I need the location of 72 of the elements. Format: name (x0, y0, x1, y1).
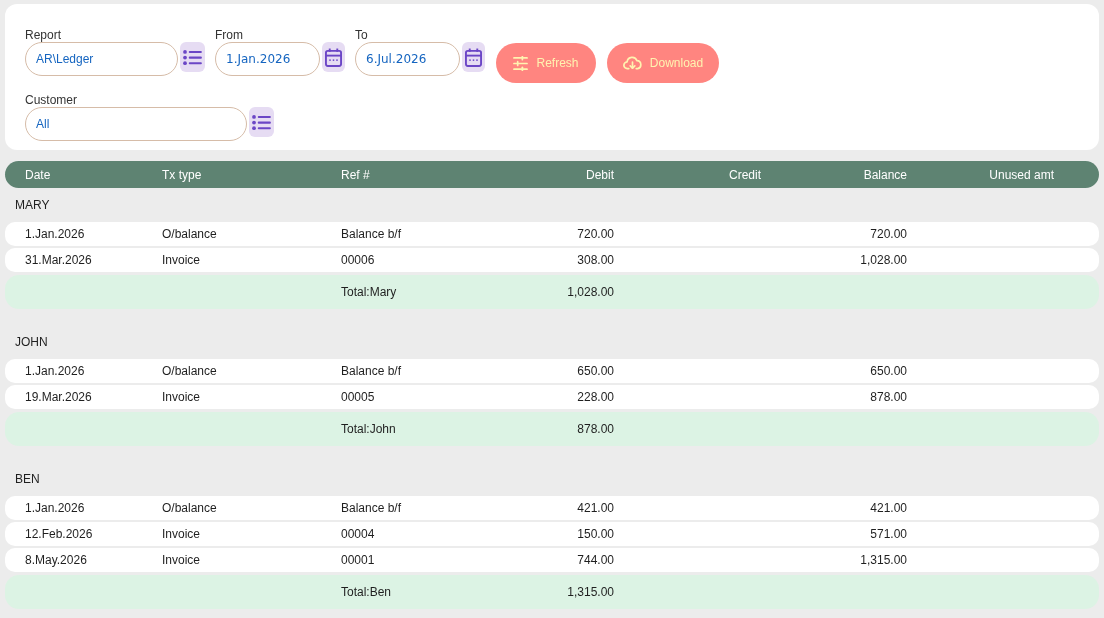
date-cell-text: 1.Jan.2026 (25, 226, 85, 243)
date-cell-text: 1.Jan.2026 (25, 500, 85, 517)
customer-name: BEN (15, 471, 40, 488)
input-field[interactable]: 6.Jul.2026 (355, 42, 460, 76)
column-header[interactable]: Balance (863, 165, 907, 184)
calendar-icon[interactable] (462, 42, 485, 72)
sliders-icon (513, 55, 529, 71)
type-cell-text: O/balance (162, 363, 217, 380)
calendar-icon[interactable] (322, 42, 345, 72)
total-debit: 1,028.00 (567, 284, 614, 301)
customer-name: MARY (15, 197, 50, 214)
total-label: Total:Ben (341, 584, 392, 601)
ref-cell-text: 00001 (341, 552, 375, 569)
balance-cell-text: 421.00 (870, 500, 907, 517)
ref-cell-text: 00006 (341, 252, 375, 269)
balance-cell-text: 878.00 (870, 389, 907, 406)
column-header[interactable]: Date (25, 165, 51, 184)
total-label: Total:Mary (341, 284, 397, 301)
debit-cell-text: 150.00 (577, 526, 614, 543)
column-header[interactable]: Ref # (341, 165, 370, 184)
type-cell-text: O/balance (162, 500, 217, 517)
debit-cell-text: 308.00 (577, 252, 614, 269)
debit-cell-text: 720.00 (577, 226, 614, 243)
field-label: Report (25, 28, 62, 42)
table-row[interactable]: 31.Mar.2026 Invoice 00006 308.00 1,028.00 (5, 248, 1099, 272)
column-header[interactable]: Credit (729, 165, 761, 184)
type-cell-text: Invoice (162, 526, 201, 543)
ref-cell-text: Balance b/f (341, 226, 402, 243)
table-row[interactable]: 8.May.2026 Invoice 00001 744.00 1,315.00 (5, 548, 1099, 572)
column-header[interactable]: Unused amt (989, 165, 1054, 184)
table-row[interactable]: 1.Jan.2026 O/balance Balance b/f 421.00 421.00 (5, 496, 1099, 520)
column-header[interactable]: Debit (586, 165, 614, 184)
balance-cell-text: 1,028.00 (860, 252, 907, 269)
date-cell-text: 31.Mar.2026 (25, 252, 92, 269)
list-icon[interactable] (249, 107, 274, 137)
date-cell-text: 12.Feb.2026 (25, 526, 93, 543)
type-cell-text: Invoice (162, 389, 201, 406)
balance-cell-text: 571.00 (870, 526, 907, 543)
date-cell-text: 8.May.2026 (25, 552, 87, 569)
debit-cell-text: 744.00 (577, 552, 614, 569)
field-label: From (215, 28, 243, 42)
table-row[interactable]: 19.Mar.2026 Invoice 00005 228.00 878.00 (5, 385, 1099, 409)
balance-cell-text: 1,315.00 (860, 552, 907, 569)
input-field[interactable]: All (25, 107, 247, 141)
type-cell-text: O/balance (162, 226, 217, 243)
column-header[interactable]: Tx type (162, 165, 202, 184)
ref-cell-text: Balance b/f (341, 500, 402, 517)
field-label: Customer (25, 93, 77, 107)
type-cell-text: Invoice (162, 552, 201, 569)
field-label: To (355, 28, 368, 42)
date-cell-text: 1.Jan.2026 (25, 363, 85, 380)
total-debit: 1,315.00 (567, 584, 614, 601)
table-row[interactable]: 1.Jan.2026 O/balance Balance b/f 650.00 650.00 (5, 359, 1099, 383)
list-icon[interactable] (180, 42, 205, 72)
balance-cell-text: 650.00 (870, 363, 907, 380)
date-cell-text: 19.Mar.2026 (25, 389, 92, 406)
debit-cell-text: 228.00 (577, 389, 614, 406)
customer-name: JOHN (15, 334, 48, 351)
ref-cell-text: Balance b/f (341, 363, 402, 380)
table-row[interactable]: 1.Jan.2026 O/balance Balance b/f 720.00 720.00 (5, 222, 1099, 246)
input-field[interactable]: AR\Ledger (25, 42, 178, 76)
total-label: Total:John (341, 421, 396, 438)
debit-cell-text: 650.00 (577, 363, 614, 380)
ref-cell-text: 00005 (341, 389, 375, 406)
ref-cell-text: 00004 (341, 526, 375, 543)
input-field[interactable]: 1.Jan.2026 (215, 42, 320, 76)
balance-cell-text: 720.00 (870, 226, 907, 243)
total-debit: 878.00 (577, 421, 614, 438)
table-row[interactable]: 12.Feb.2026 Invoice 00004 150.00 571.00 (5, 522, 1099, 546)
debit-cell-text: 421.00 (577, 500, 614, 517)
cloud-download-icon (622, 56, 642, 70)
type-cell-text: Invoice (162, 252, 201, 269)
